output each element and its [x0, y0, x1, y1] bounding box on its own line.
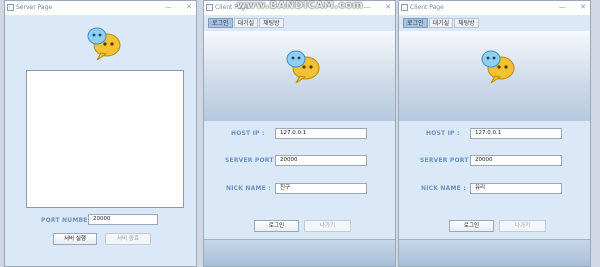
server-stop-button[interactable]: 서버 종료: [105, 233, 151, 245]
server-port-input[interactable]: 20000: [275, 155, 367, 166]
client-window-1: Client Page — ✕ 로그인 대기실 채팅방 HOST IP : 12…: [203, 0, 396, 267]
bandicam-watermark: www.BANDICAM.com: [236, 0, 364, 11]
client2-tabs: 로그인 대기실 채팅방: [403, 18, 479, 28]
chat-bubbles-logo-icon: [83, 23, 123, 63]
server-port-input[interactable]: 20000: [88, 214, 158, 225]
exit-button[interactable]: 나가기: [304, 220, 351, 232]
host-ip-input[interactable]: 127.0.0.1: [470, 128, 562, 139]
login-button[interactable]: 로그인: [449, 220, 494, 232]
tab-waiting-room[interactable]: 대기실: [233, 18, 259, 28]
client1-tabs: 로그인 대기실 채팅방: [208, 18, 284, 28]
tab-login[interactable]: 로그인: [403, 18, 428, 28]
chat-bubbles-logo-icon: [282, 46, 322, 86]
client-window-2: Client Page — ✕ 로그인 대기실 채팅방 HOST IP : 12…: [398, 0, 591, 267]
exit-button[interactable]: 나가기: [499, 220, 546, 232]
chat-bubbles-logo-icon: [477, 46, 517, 86]
nick-name-label: NICK NAME :: [421, 185, 466, 192]
server-port-label: SERVER PORT :: [225, 157, 279, 164]
tab-login[interactable]: 로그인: [208, 18, 233, 28]
login-button[interactable]: 로그인: [254, 220, 299, 232]
server-log-textarea[interactable]: [26, 70, 184, 208]
server-port-input[interactable]: 20000: [470, 155, 562, 166]
host-ip-input[interactable]: 127.0.0.1: [275, 128, 367, 139]
tab-chat-room[interactable]: 채팅방: [259, 18, 284, 28]
nick-name-input[interactable]: 유리: [470, 183, 562, 194]
tab-chat-room[interactable]: 채팅방: [454, 18, 479, 28]
tab-waiting-room[interactable]: 대기실: [428, 18, 454, 28]
server-window: Server Page — ✕ PORT NUMBER : 20000 서버 실…: [4, 0, 197, 267]
host-ip-label: HOST IP :: [231, 130, 265, 137]
host-ip-label: HOST IP :: [426, 130, 460, 137]
server-port-label: SERVER PORT :: [420, 157, 474, 164]
server-start-button[interactable]: 서버 실행: [53, 233, 97, 245]
nick-name-input[interactable]: 친구: [275, 183, 367, 194]
client2-footer-panel: [399, 239, 590, 266]
client1-footer-panel: [204, 239, 395, 266]
nick-name-label: NICK NAME :: [226, 185, 271, 192]
